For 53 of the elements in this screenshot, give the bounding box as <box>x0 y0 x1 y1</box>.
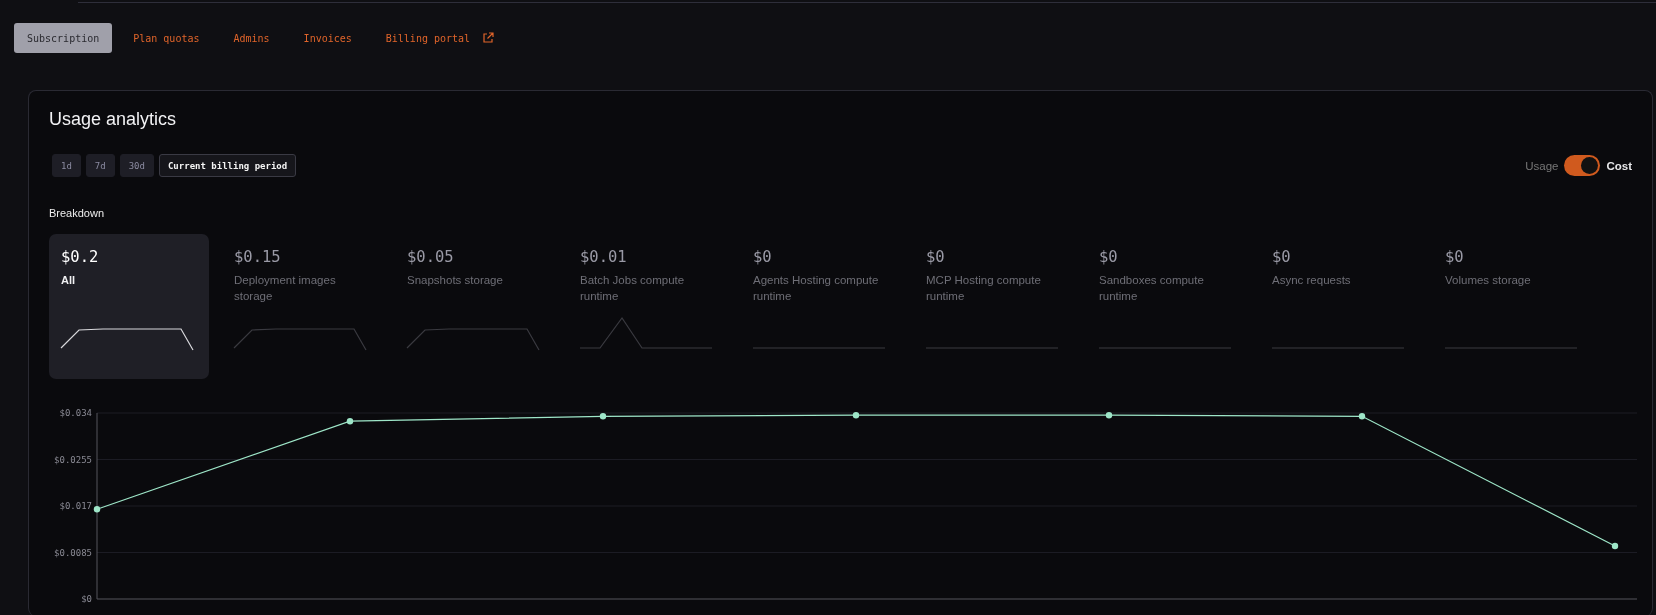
tab[interactable]: Billing portal <box>372 23 508 53</box>
data-point <box>599 413 607 420</box>
toggle-label: Cost <box>1606 159 1632 172</box>
range-button[interactable]: 7d <box>85 154 115 177</box>
axis-tick-label: $0.0255 <box>54 454 92 465</box>
breakdown-item[interactable]: $0 MCP Hosting compute runtime <box>914 234 1074 379</box>
axis-tick-label: $0.034 <box>59 408 92 418</box>
breakdown-item[interactable]: $0 Volumes storage <box>1433 234 1593 379</box>
breakdown-item[interactable]: $0 Agents Hosting compute runtime <box>741 234 901 379</box>
breakdown-item[interactable]: $0 Async requests <box>1260 234 1420 379</box>
data-point <box>1358 413 1366 420</box>
breakdown-item[interactable]: $0 Sandboxes compute runtime <box>1087 234 1247 379</box>
tab[interactable]: Invoices <box>290 23 365 53</box>
toggle-switch[interactable] <box>1564 155 1601 176</box>
range-button[interactable]: 1d <box>52 154 81 177</box>
category-label: MCP Hosting compute runtime <box>926 273 1042 304</box>
cost-value: $0.15 <box>234 248 282 266</box>
data-point <box>852 412 860 419</box>
tab[interactable]: Plan quotas <box>120 23 213 53</box>
toggle-label: Usage <box>1525 159 1559 172</box>
axis-tick-label: $0.017 <box>59 501 92 511</box>
cost-value: $0 <box>1272 248 1292 266</box>
card-title: Usage analytics <box>49 109 178 130</box>
range-button[interactable]: 30d <box>119 154 154 177</box>
category-label: Deployment images storage <box>234 273 337 304</box>
data-point <box>1611 542 1619 550</box>
category-label: Agents Hosting compute runtime <box>753 273 880 304</box>
range-button[interactable]: Current billing period <box>158 154 297 177</box>
data-point <box>1105 412 1113 419</box>
data-point <box>93 506 101 513</box>
category-label: Snapshots storage <box>407 273 504 288</box>
cost-value: $0 <box>926 248 946 266</box>
category-label: Batch Jobs compute runtime <box>580 273 686 304</box>
tab[interactable]: Admins <box>220 23 283 53</box>
cost-value: $0 <box>753 248 773 266</box>
breakdown-item[interactable]: $0.05 Snapshots storage <box>395 234 555 379</box>
cost-value: $0.01 <box>580 248 628 266</box>
axis-tick-label: $0 <box>81 594 92 603</box>
category-label: Sandboxes compute runtime <box>1099 273 1205 304</box>
tab[interactable]: Subscription <box>14 23 113 53</box>
cost-value: $0 <box>1099 248 1119 266</box>
breakdown-item[interactable]: $0.15 Deployment images storage <box>222 234 382 379</box>
breakdown-item[interactable]: $0.2 All <box>49 234 209 379</box>
cost-value: $0 <box>1445 248 1465 266</box>
cost-value: $0.05 <box>407 248 455 266</box>
cost-value: $0.2 <box>61 248 100 266</box>
section-heading: Breakdown <box>49 207 106 219</box>
breakdown-item[interactable]: $0.01 Batch Jobs compute runtime <box>568 234 728 379</box>
data-point <box>346 418 354 425</box>
category-label: Volumes storage <box>1445 273 1532 288</box>
category-label: All <box>61 273 77 288</box>
axis-tick-label: $0.0085 <box>54 547 92 558</box>
category-label: Async requests <box>1272 273 1352 288</box>
